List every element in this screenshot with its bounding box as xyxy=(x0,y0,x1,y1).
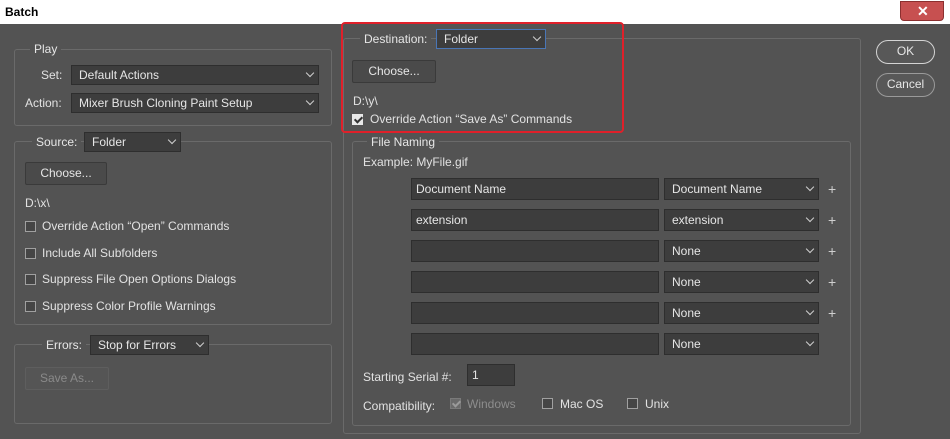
action-select[interactable]: Mixer Brush Cloning Paint Setup xyxy=(71,93,319,113)
suppress-open-dialogs-label: Suppress File Open Options Dialogs xyxy=(42,272,237,286)
source-select[interactable]: Folder xyxy=(84,132,181,152)
naming-select-5[interactable]: None xyxy=(664,302,819,324)
naming-select-3[interactable]: None xyxy=(664,240,819,262)
starting-serial-label: Starting Serial #: xyxy=(363,370,452,384)
compat-windows-checkbox xyxy=(450,398,461,409)
file-naming-legend: File Naming xyxy=(367,135,440,149)
source-select-value: Folder xyxy=(92,135,127,149)
naming-select-2-value: extension xyxy=(672,213,724,227)
chevron-down-icon xyxy=(195,338,205,348)
naming-select-6[interactable]: None xyxy=(664,333,819,355)
set-label: Set: xyxy=(41,68,63,82)
suppress-profile-warnings-checkbox[interactable] xyxy=(25,301,36,312)
source-choose-button[interactable]: Choose... xyxy=(25,162,107,185)
set-select-value: Default Actions xyxy=(79,68,160,82)
compat-macos-label: Mac OS xyxy=(560,397,604,411)
destination-highlight xyxy=(341,22,624,133)
chevron-down-icon xyxy=(305,68,315,78)
close-button[interactable]: ✕ xyxy=(900,1,944,21)
naming-field-1[interactable]: Document Name xyxy=(411,178,659,200)
compatibility-label: Compatibility: xyxy=(363,399,436,413)
naming-select-3-value: None xyxy=(672,244,701,258)
compat-unix-checkbox[interactable] xyxy=(627,398,638,409)
chevron-down-icon xyxy=(805,213,815,223)
compat-windows-label: Windows xyxy=(467,397,516,411)
play-group xyxy=(14,49,332,126)
add-row-button[interactable]: + xyxy=(828,212,836,228)
source-label: Source: xyxy=(32,135,82,149)
naming-select-6-value: None xyxy=(672,337,701,351)
set-select[interactable]: Default Actions xyxy=(71,65,319,85)
override-open-checkbox[interactable] xyxy=(25,221,36,232)
chevron-down-icon xyxy=(167,135,177,145)
naming-select-1[interactable]: Document Name xyxy=(664,178,819,200)
naming-field-3[interactable] xyxy=(411,240,659,262)
chevron-down-icon xyxy=(805,337,815,347)
naming-field-2[interactable]: extension xyxy=(411,209,659,231)
action-label: Action: xyxy=(25,96,62,110)
title-bar: Batch ✕ xyxy=(0,0,950,24)
action-select-value: Mixer Brush Cloning Paint Setup xyxy=(79,96,253,110)
ok-button[interactable]: OK xyxy=(876,40,935,64)
add-row-button[interactable]: + xyxy=(828,181,836,197)
chevron-down-icon xyxy=(805,275,815,285)
source-path: D:\x\ xyxy=(25,196,50,210)
errors-save-as-button[interactable]: Save As... xyxy=(25,367,109,390)
naming-select-5-value: None xyxy=(672,306,701,320)
suppress-profile-warnings-label: Suppress Color Profile Warnings xyxy=(42,299,216,313)
include-subfolders-checkbox[interactable] xyxy=(25,248,36,259)
naming-select-1-value: Document Name xyxy=(672,182,763,196)
add-row-button[interactable]: + xyxy=(828,305,836,321)
chevron-down-icon xyxy=(805,244,815,254)
naming-field-6[interactable] xyxy=(411,333,659,355)
naming-select-2[interactable]: extension xyxy=(664,209,819,231)
starting-serial-input[interactable]: 1 xyxy=(467,364,515,386)
play-legend: Play xyxy=(30,42,62,56)
file-naming-example: Example: MyFile.gif xyxy=(363,155,468,169)
naming-field-5[interactable] xyxy=(411,302,659,324)
compat-unix-label: Unix xyxy=(645,397,670,411)
window-title: Batch xyxy=(5,5,39,19)
override-open-label: Override Action “Open” Commands xyxy=(42,219,230,233)
naming-select-4[interactable]: None xyxy=(664,271,819,293)
naming-select-4-value: None xyxy=(672,275,701,289)
errors-select-value: Stop for Errors xyxy=(98,338,177,352)
include-subfolders-label: Include All Subfolders xyxy=(42,246,158,260)
chevron-down-icon xyxy=(305,96,315,106)
errors-label: Errors: xyxy=(42,338,86,352)
chevron-down-icon xyxy=(805,306,815,316)
naming-field-4[interactable] xyxy=(411,271,659,293)
cancel-button[interactable]: Cancel xyxy=(876,73,935,97)
compat-macos-checkbox[interactable] xyxy=(542,398,553,409)
close-icon: ✕ xyxy=(917,3,929,19)
add-row-button[interactable]: + xyxy=(828,274,836,290)
suppress-open-dialogs-checkbox[interactable] xyxy=(25,274,36,285)
errors-select[interactable]: Stop for Errors xyxy=(90,335,209,355)
chevron-down-icon xyxy=(805,182,815,192)
add-row-button[interactable]: + xyxy=(828,243,836,259)
